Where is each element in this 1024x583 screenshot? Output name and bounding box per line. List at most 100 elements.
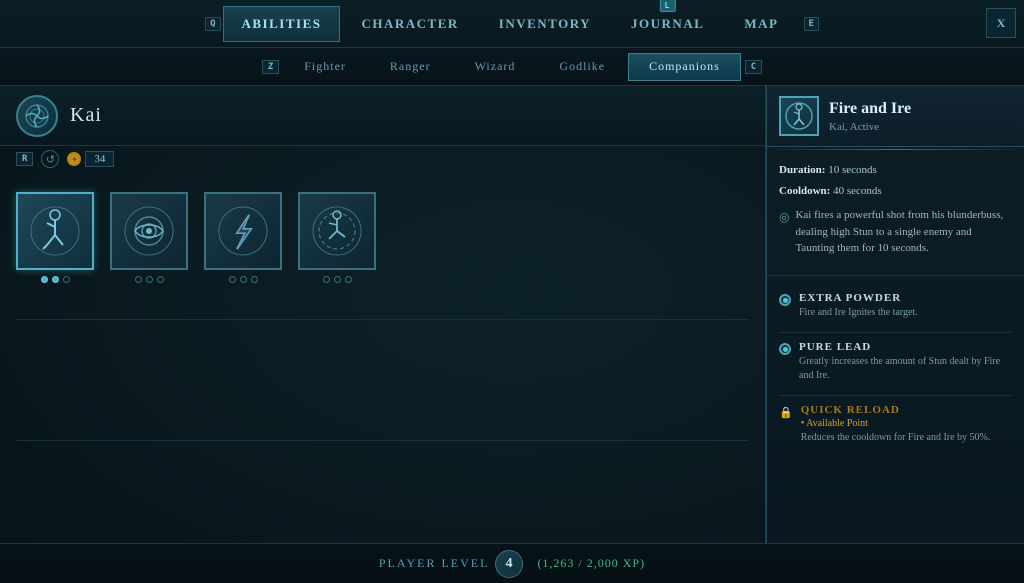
description-text: Kai fires a powerful shot from his blund… (795, 207, 1012, 257)
abilities-grid (0, 176, 765, 299)
ability-icon-3[interactable] (204, 192, 282, 270)
ability-icon-4[interactable] (298, 192, 376, 270)
pure-lead-title: PURE LEAD (799, 341, 1012, 353)
ability-card-2[interactable] (110, 192, 188, 283)
abilities-tab-label: ABILITIES (242, 16, 322, 32)
upgrades-section: EXTRA POWDER Fire and Ire Ignites the ta… (767, 284, 1024, 465)
main-container: Q ABILITIES CHARACTER INVENTORY L JOURNA… (0, 0, 1024, 583)
upgrade-quick-reload[interactable]: 🔒 QUICK RELOAD • Available Point Reduces… (779, 404, 1012, 445)
dot (251, 276, 258, 283)
ability-run-icon (311, 205, 363, 257)
tab-fighter[interactable]: Fighter (283, 53, 367, 81)
available-point-text: • Available Point (801, 418, 991, 429)
character-icon (16, 95, 58, 137)
q-key-badge: Q (205, 17, 220, 31)
lock-icon: 🔒 (779, 406, 793, 445)
ability-detail-info: Fire and Ire Kai, Active (829, 99, 911, 132)
character-name: Kai (70, 104, 102, 127)
tab-wizard[interactable]: Wizard (454, 53, 537, 81)
upgrade-extra-powder[interactable]: EXTRA POWDER Fire and Ire Ignites the ta… (779, 292, 1012, 320)
ability-kick-icon (29, 205, 81, 257)
level-value: 4 (505, 556, 513, 572)
upgrade-pure-lead[interactable]: PURE LEAD Greatly increases the amount o… (779, 341, 1012, 383)
tab-inventory[interactable]: INVENTORY (480, 6, 610, 42)
e-key-badge: E (804, 17, 819, 31)
duration-row: Duration: 10 seconds (779, 162, 1012, 179)
character-icon-svg (22, 101, 52, 131)
dot (240, 276, 247, 283)
dot (146, 276, 153, 283)
ability-card-3[interactable] (204, 192, 282, 283)
dot (41, 276, 48, 283)
character-tab-label: CHARACTER (361, 16, 458, 32)
extra-powder-content: EXTRA POWDER Fire and Ire Ignites the ta… (799, 292, 918, 320)
c-key-badge: C (745, 60, 762, 74)
status-bar: PLAYER LEVEL 4 (1,263 / 2,000 XP) (0, 543, 1024, 583)
detail-ability-svg (784, 101, 814, 131)
sub-nav: Z Fighter Ranger Wizard Godlike Companio… (0, 48, 1024, 86)
godlike-tab-label: Godlike (559, 59, 605, 74)
tab-godlike[interactable]: Godlike (538, 53, 626, 81)
l-key-indicator: L (660, 0, 676, 12)
refresh-icon: ↺ (46, 153, 55, 166)
ability-4-dots (323, 276, 352, 283)
ability-card-4[interactable] (298, 192, 376, 283)
fighter-tab-label: Fighter (304, 59, 346, 74)
quick-reload-title: QUICK RELOAD (801, 404, 991, 416)
xp-text: (1,263 / 2,000 XP) (537, 556, 645, 571)
tab-abilities[interactable]: ABILITIES (223, 6, 341, 42)
pure-lead-radio[interactable] (779, 343, 791, 355)
quick-reload-content: QUICK RELOAD • Available Point Reduces t… (801, 404, 991, 445)
cooldown-row: Cooldown: 40 seconds (779, 183, 1012, 200)
ability-3-dots (229, 276, 258, 283)
top-nav: Q ABILITIES CHARACTER INVENTORY L JOURNA… (0, 0, 1024, 48)
extra-powder-radio[interactable] (779, 294, 791, 306)
pure-lead-desc: Greatly increases the amount of Stun dea… (799, 355, 1012, 383)
coin-icon: ✦ (67, 152, 81, 166)
ability-detail-header: Fire and Ire Kai, Active (767, 86, 1024, 147)
inventory-tab-label: INVENTORY (499, 16, 591, 32)
extra-powder-title: EXTRA POWDER (799, 292, 918, 304)
coin-symbol: ✦ (71, 155, 78, 164)
ability-1-dots (41, 276, 70, 283)
character-header: Kai (0, 86, 765, 146)
tab-journal[interactable]: L JOURNAL (612, 6, 723, 42)
pure-lead-content: PURE LEAD Greatly increases the amount o… (799, 341, 1012, 383)
count-value: 34 (94, 153, 105, 165)
quick-reload-desc: Reduces the cooldown for Fire and Ire by… (801, 431, 991, 445)
tab-character[interactable]: CHARACTER (342, 6, 477, 42)
dot (52, 276, 59, 283)
tab-ranger[interactable]: Ranger (369, 53, 452, 81)
dot (157, 276, 164, 283)
ability-icon-2[interactable] (110, 192, 188, 270)
ability-icon-1[interactable] (16, 192, 94, 270)
map-tab-label: MAP (744, 16, 778, 32)
tab-map[interactable]: MAP (725, 6, 797, 42)
tab-companions[interactable]: Companions (628, 53, 741, 81)
detail-body: Duration: 10 seconds Cooldown: 40 second… (767, 152, 1024, 267)
dot (63, 276, 70, 283)
character-controls: R ↺ ✦ 34 (0, 146, 765, 176)
left-panel: Kai R ↺ ✦ 34 (0, 86, 766, 543)
cooldown-label: Cooldown: (779, 185, 830, 197)
journal-tab-label: JOURNAL (631, 16, 704, 32)
dot (323, 276, 330, 283)
dot (229, 276, 236, 283)
duration-value: 10 seconds (828, 164, 877, 176)
ability-eye-icon (123, 205, 175, 257)
right-panel: Fire and Ire Kai, Active Duration: 10 se… (766, 86, 1024, 543)
refresh-button[interactable]: ↺ (41, 150, 59, 168)
wizard-tab-label: Wizard (475, 59, 516, 74)
ability-card-1[interactable] (16, 192, 94, 283)
player-level-label: PLAYER LEVEL (379, 556, 490, 571)
content-area: Kai R ↺ ✦ 34 (0, 86, 1024, 543)
ability-2-dots (135, 276, 164, 283)
upgrade-separator-2 (779, 395, 1012, 396)
dot (345, 276, 352, 283)
close-button[interactable]: X (986, 8, 1016, 38)
ability-detail-title: Fire and Ire (829, 99, 911, 118)
body-separator (767, 275, 1024, 276)
extra-powder-desc: Fire and Ire Ignites the target. (799, 306, 918, 320)
count-badge: 34 (85, 151, 114, 167)
dot (334, 276, 341, 283)
